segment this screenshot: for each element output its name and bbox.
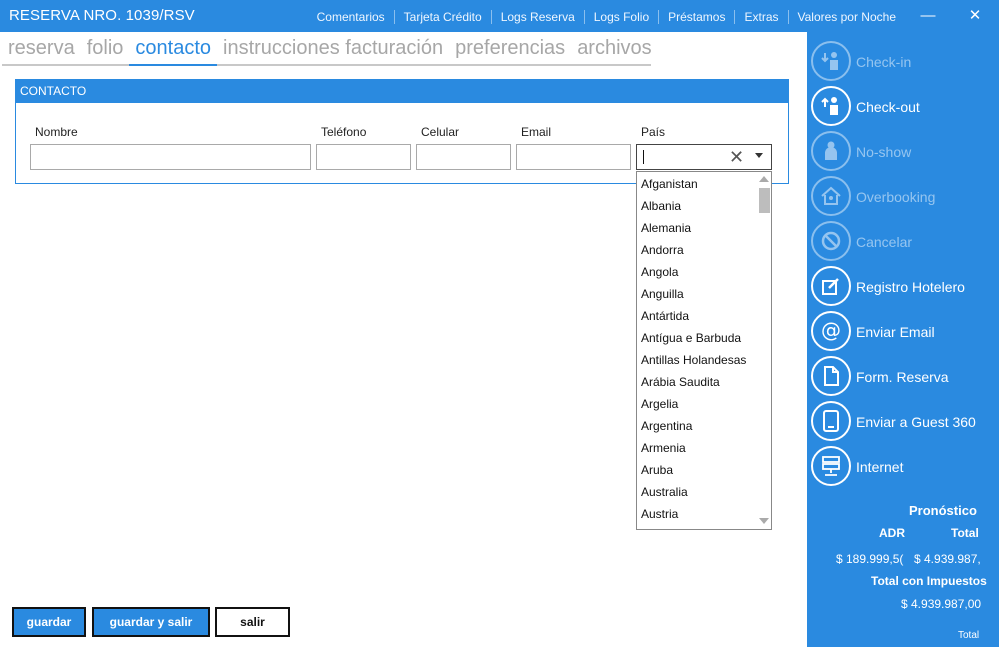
- list-item[interactable]: Antígua e Barbuda: [637, 327, 756, 349]
- country-dropdown-list[interactable]: Afganistan Albania Alemania Andorra Ango…: [636, 171, 772, 530]
- list-item[interactable]: Antártida: [637, 305, 756, 327]
- list-item[interactable]: Australia: [637, 481, 756, 503]
- close-button[interactable]: ✕: [965, 6, 985, 26]
- list-item[interactable]: Arábia Saudita: [637, 371, 756, 393]
- form-reserva-label: Form. Reserva: [856, 369, 949, 385]
- svg-text:@: @: [821, 319, 841, 342]
- tablet-icon: [811, 401, 851, 441]
- enviar-email-button[interactable]: @ Enviar Email: [811, 311, 997, 353]
- cancelar-label: Cancelar: [856, 234, 913, 250]
- total-tax-label: Total con Impuestos: [871, 574, 987, 588]
- document-icon: [811, 356, 851, 396]
- contact-panel: CONTACTO Nombre Teléfono Celular Email P…: [15, 79, 789, 184]
- actions-sidebar: Check-in Check-out No-show Overbooking C…: [807, 32, 999, 647]
- link-prestamos[interactable]: Préstamos: [658, 10, 734, 24]
- title-bar: RESERVA NRO. 1039/RSV Comentarios Tarjet…: [0, 0, 999, 32]
- total-value: $ 4.939.987,: [914, 552, 981, 566]
- overbooking-button[interactable]: Overbooking: [811, 176, 997, 218]
- chevron-down-icon[interactable]: [755, 153, 763, 158]
- link-tarjeta-credito[interactable]: Tarjeta Crédito: [393, 10, 491, 24]
- edit-icon: [811, 266, 851, 306]
- window-title: RESERVA NRO. 1039/RSV: [9, 7, 195, 24]
- list-item[interactable]: Anguilla: [637, 283, 756, 305]
- scroll-thumb[interactable]: [759, 188, 770, 213]
- text-caret: [643, 150, 644, 164]
- check-out-icon: [811, 86, 851, 126]
- check-in-label: Check-in: [856, 54, 912, 70]
- tab-contacto[interactable]: contacto: [129, 36, 218, 66]
- cancelar-button[interactable]: Cancelar: [811, 221, 997, 263]
- at-icon: @: [811, 311, 851, 351]
- overbooking-label: Overbooking: [856, 189, 936, 205]
- nombre-label: Nombre: [35, 125, 78, 139]
- form-reserva-button[interactable]: Form. Reserva: [811, 356, 997, 398]
- list-item[interactable]: Argelia: [637, 393, 756, 415]
- pais-label: País: [641, 125, 666, 139]
- email-label: Email: [521, 125, 552, 139]
- guardar-y-salir-button[interactable]: guardar y salir: [92, 607, 210, 637]
- email-input[interactable]: [516, 144, 631, 170]
- footer-total-label: Total: [958, 630, 980, 641]
- tab-folio[interactable]: folio: [81, 36, 130, 66]
- clear-icon[interactable]: ✕: [729, 146, 744, 168]
- overbooking-icon: [811, 176, 851, 216]
- registro-hotelero-button[interactable]: Registro Hotelero: [811, 266, 997, 308]
- list-item[interactable]: Afganistan: [637, 173, 756, 195]
- celular-input[interactable]: [416, 144, 511, 170]
- tab-archivos[interactable]: archivos: [571, 36, 657, 66]
- check-out-label: Check-out: [856, 99, 920, 115]
- adr-value: $ 189.999,5(: [836, 552, 904, 566]
- list-item[interactable]: Alemania: [637, 217, 756, 239]
- tab-reserva[interactable]: reserva: [2, 36, 81, 66]
- no-show-label: No-show: [856, 144, 912, 160]
- enviar-email-label: Enviar Email: [856, 324, 935, 340]
- tab-instrucciones-facturacion[interactable]: instrucciones facturación: [217, 36, 449, 66]
- guardar-button[interactable]: guardar: [12, 607, 86, 637]
- list-item[interactable]: Armenia: [637, 437, 756, 459]
- minimize-button[interactable]: —: [918, 6, 938, 26]
- top-links: Comentarios Tarjeta Crédito Logs Reserva…: [308, 10, 905, 24]
- list-item[interactable]: Angola: [637, 261, 756, 283]
- nombre-input[interactable]: [30, 144, 311, 170]
- internet-button[interactable]: Internet: [811, 446, 997, 488]
- total-label: Total: [951, 526, 979, 540]
- link-logs-reserva[interactable]: Logs Reserva: [490, 10, 584, 24]
- tab-bar: reserva folio contacto instrucciones fac…: [2, 36, 652, 66]
- no-show-button[interactable]: No-show: [811, 131, 997, 173]
- enviar-guest-360-button[interactable]: Enviar a Guest 360: [811, 401, 997, 443]
- registro-hotelero-label: Registro Hotelero: [856, 279, 965, 295]
- country-items: Afganistan Albania Alemania Andorra Ango…: [637, 173, 756, 525]
- list-item[interactable]: Austria: [637, 503, 756, 525]
- telefono-label: Teléfono: [321, 125, 367, 139]
- list-item[interactable]: Aruba: [637, 459, 756, 481]
- salir-button[interactable]: salir: [215, 607, 290, 637]
- scroll-down-icon[interactable]: [759, 518, 769, 524]
- adr-label: ADR: [879, 526, 905, 540]
- tab-preferencias[interactable]: preferencias: [449, 36, 571, 66]
- cancel-icon: [811, 221, 851, 261]
- check-out-button[interactable]: Check-out: [811, 86, 997, 128]
- link-logs-folio[interactable]: Logs Folio: [583, 10, 658, 24]
- panel-header: CONTACTO: [16, 80, 788, 103]
- internet-label: Internet: [856, 459, 904, 475]
- enviar-guest-360-label: Enviar a Guest 360: [856, 414, 976, 430]
- celular-label: Celular: [421, 125, 460, 139]
- link-extras[interactable]: Extras: [734, 10, 787, 24]
- total-tax-value: $ 4.939.987,00: [901, 597, 982, 611]
- forecast-title: Pronóstico: [909, 503, 977, 518]
- check-in-button[interactable]: Check-in: [811, 41, 997, 83]
- link-valores-por-noche[interactable]: Valores por Noche: [787, 10, 906, 24]
- network-icon: [811, 446, 851, 486]
- link-comentarios[interactable]: Comentarios: [308, 10, 394, 24]
- list-item[interactable]: Antillas Holandesas: [637, 349, 756, 371]
- scroll-up-icon[interactable]: [759, 176, 769, 182]
- list-item[interactable]: Andorra: [637, 239, 756, 261]
- check-in-icon: [811, 41, 851, 81]
- no-show-icon: [811, 131, 851, 171]
- scrollbar[interactable]: [757, 172, 771, 529]
- list-item[interactable]: Argentina: [637, 415, 756, 437]
- pais-combobox[interactable]: ✕: [636, 144, 772, 170]
- telefono-input[interactable]: [316, 144, 411, 170]
- list-item[interactable]: Albania: [637, 195, 756, 217]
